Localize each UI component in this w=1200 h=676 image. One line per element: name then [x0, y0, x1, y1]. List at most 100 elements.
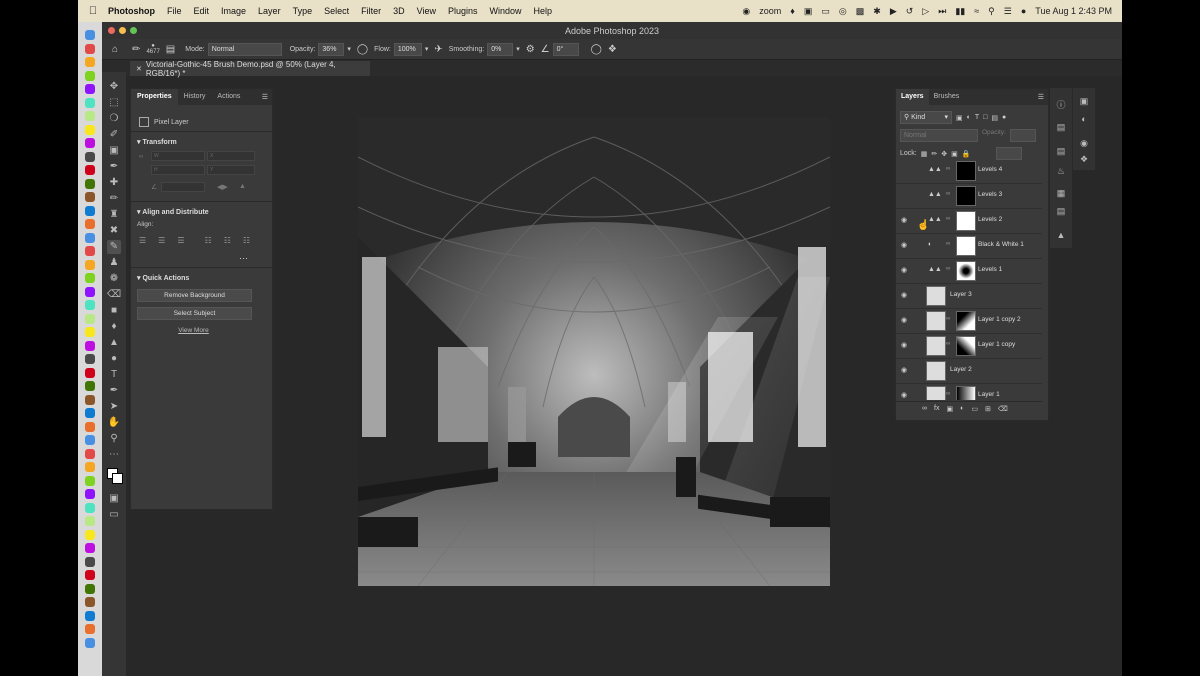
dock-app-icon[interactable] — [85, 246, 95, 256]
time-machine-icon[interactable]: ↺ — [906, 6, 914, 17]
dock-app-icon[interactable] — [85, 124, 95, 135]
menu-image[interactable]: Image — [221, 6, 246, 16]
dock-app-icon[interactable] — [85, 165, 95, 175]
dock-app-icon[interactable] — [85, 151, 95, 162]
libraries-icon[interactable]: ▦ — [1055, 188, 1067, 200]
quick-actions-section-header[interactable]: ▾ Quick Actions — [137, 274, 189, 282]
dock-app-icon[interactable] — [85, 205, 95, 216]
color-swatches-icon[interactable] — [107, 468, 123, 484]
crop-tool-icon[interactable]: ▣ — [107, 144, 121, 158]
navigator-icon[interactable]: ▣ — [1078, 96, 1090, 108]
filter-type-icon[interactable]: T — [975, 114, 979, 121]
visibility-eye-icon[interactable]: ◉ — [901, 216, 907, 224]
paragraph-icon[interactable]: ▤ — [1055, 146, 1067, 158]
dock-app-icon[interactable] — [85, 300, 95, 310]
menu-type[interactable]: Type — [293, 6, 313, 16]
layer-row[interactable]: ◉ ∞ Layer 1 copy — [896, 333, 1042, 359]
opacity-input[interactable]: 36% — [318, 42, 345, 56]
battery-icon[interactable]: ▮▮ — [955, 6, 965, 17]
layer-kind-select[interactable]: ⚲ Kind ▾ — [900, 111, 952, 124]
flip-vertical-icon[interactable]: ▲ — [239, 183, 246, 190]
dock-app-icon[interactable] — [85, 219, 95, 229]
bluetooth-icon[interactable]: ✱ — [873, 6, 881, 17]
play-icon[interactable]: ▶ — [890, 6, 897, 17]
dock-app-icon[interactable] — [85, 43, 95, 54]
path-selection-tool-icon[interactable]: ➤ — [107, 400, 121, 414]
history-brush-tool-icon[interactable]: ✖ — [107, 224, 121, 238]
tab-history[interactable]: History — [178, 89, 212, 105]
screen-mode-icon[interactable]: ▭ — [107, 508, 121, 522]
angle-field[interactable] — [161, 182, 205, 192]
layer-row[interactable]: ◉ ∞ Layer 1 — [896, 383, 1042, 400]
blend-mode-select[interactable]: Normal — [900, 129, 978, 142]
layer-row[interactable]: ◉ ▲▲ ∞ Levels 4 — [896, 158, 1042, 184]
layer-name[interactable]: Layer 1 copy — [978, 341, 1015, 348]
dock-app-icon[interactable] — [85, 259, 95, 270]
clock[interactable]: Tue Aug 1 2:43 PM — [1035, 6, 1112, 16]
character-icon[interactable]: ▤ — [1055, 122, 1067, 134]
dock-app-icon[interactable] — [85, 597, 95, 607]
lock-position-icon[interactable]: ✥ — [941, 150, 947, 158]
link-icon[interactable]: ∞ — [946, 241, 950, 247]
brush-settings-icon[interactable]: ▤ — [166, 44, 175, 55]
filter-smart-object-icon[interactable]: ▤ — [991, 114, 998, 122]
new-adjustment-icon[interactable]: ◐ — [960, 405, 964, 413]
brush-tool-icon[interactable]: ✏ — [132, 44, 140, 55]
move-tool-icon[interactable]: ✥ — [107, 80, 121, 94]
panel-menu-icon[interactable]: ☰ — [1038, 93, 1044, 101]
link-icon[interactable]: ∞ — [946, 316, 950, 322]
channels-icon[interactable]: ◉ — [1078, 138, 1090, 150]
layer-mask-thumbnail[interactable] — [956, 236, 976, 256]
stamp-tool-icon[interactable]: ♟ — [107, 256, 121, 270]
gradient-tool-icon[interactable]: ■ — [107, 304, 121, 318]
dock-app-icon[interactable] — [85, 70, 95, 81]
y-field[interactable]: Y — [207, 165, 255, 175]
active-brush-tool-icon[interactable]: ✎ — [107, 240, 121, 254]
layer-thumbnail[interactable] — [926, 386, 946, 400]
link-icon[interactable]: ∞ — [946, 266, 950, 272]
tab-layers[interactable]: Layers — [896, 89, 929, 105]
dock-app-icon[interactable] — [85, 313, 95, 324]
layer-row[interactable]: ◉ Layer 3 — [896, 283, 1042, 309]
dock-app-icon[interactable] — [85, 232, 95, 243]
dodge-tool-icon[interactable]: ● — [107, 352, 121, 366]
link-dimensions-icon[interactable]: ∞ — [139, 154, 143, 160]
type-tool-icon[interactable]: T — [107, 368, 121, 382]
more-options-icon[interactable]: ⋯ — [239, 253, 248, 264]
width-field[interactable]: W — [151, 151, 205, 161]
layer-mask-thumbnail[interactable] — [956, 211, 976, 231]
dock-app-icon[interactable] — [85, 84, 95, 94]
panel-menu-icon[interactable]: ☰ — [262, 93, 268, 101]
dock-app-icon[interactable] — [85, 57, 95, 67]
layer-thumbnail[interactable] — [926, 361, 946, 381]
link-icon[interactable]: ∞ — [946, 391, 950, 397]
link-layers-icon[interactable]: ∞ — [922, 405, 927, 413]
layer-row[interactable]: ◉ ▲▲ ∞ Levels 3 — [896, 183, 1042, 209]
dock-app-icon[interactable] — [85, 138, 95, 148]
dock-app-icon[interactable] — [85, 502, 95, 513]
airbrush-icon[interactable]: ✈ — [434, 44, 442, 55]
document-tab[interactable]: ✕ Victorial-Gothic-45 Brush Demo.psd @ 5… — [130, 60, 370, 78]
bell-icon[interactable]: ♦ — [790, 6, 795, 16]
dock-app-icon[interactable] — [85, 381, 95, 391]
screen-share-icon[interactable]: ▣ — [804, 6, 813, 17]
dock-app-icon[interactable] — [85, 421, 95, 432]
add-mask-icon[interactable]: ▣ — [946, 405, 953, 413]
filter-toggle-icon[interactable]: ● — [1002, 114, 1006, 121]
view-more-link[interactable]: View More — [131, 327, 256, 334]
visibility-eye-icon[interactable]: ◉ — [901, 291, 907, 299]
dock-app-icon[interactable] — [85, 30, 95, 40]
menu-view[interactable]: View — [417, 6, 436, 16]
lock-artboard-icon[interactable]: ▣ — [951, 150, 958, 158]
lock-all-icon[interactable]: 🔒 — [962, 150, 971, 158]
glyphs-icon[interactable]: ♨ — [1055, 166, 1067, 178]
dock-app-icon[interactable] — [85, 637, 95, 648]
filter-shape-icon[interactable]: □ — [983, 114, 987, 121]
delete-layer-icon[interactable]: ⌫ — [998, 405, 1008, 413]
apple-icon[interactable]:  — [84, 5, 102, 17]
menu-plugins[interactable]: Plugins — [448, 6, 478, 16]
lock-transparent-icon[interactable]: ▦ — [921, 150, 928, 158]
pattern-stamp-tool-icon[interactable]: ❁ — [107, 272, 121, 286]
lasso-tool-icon[interactable]: ❍ — [107, 112, 121, 126]
filter-adjustment-icon[interactable]: ◐ — [967, 114, 971, 121]
